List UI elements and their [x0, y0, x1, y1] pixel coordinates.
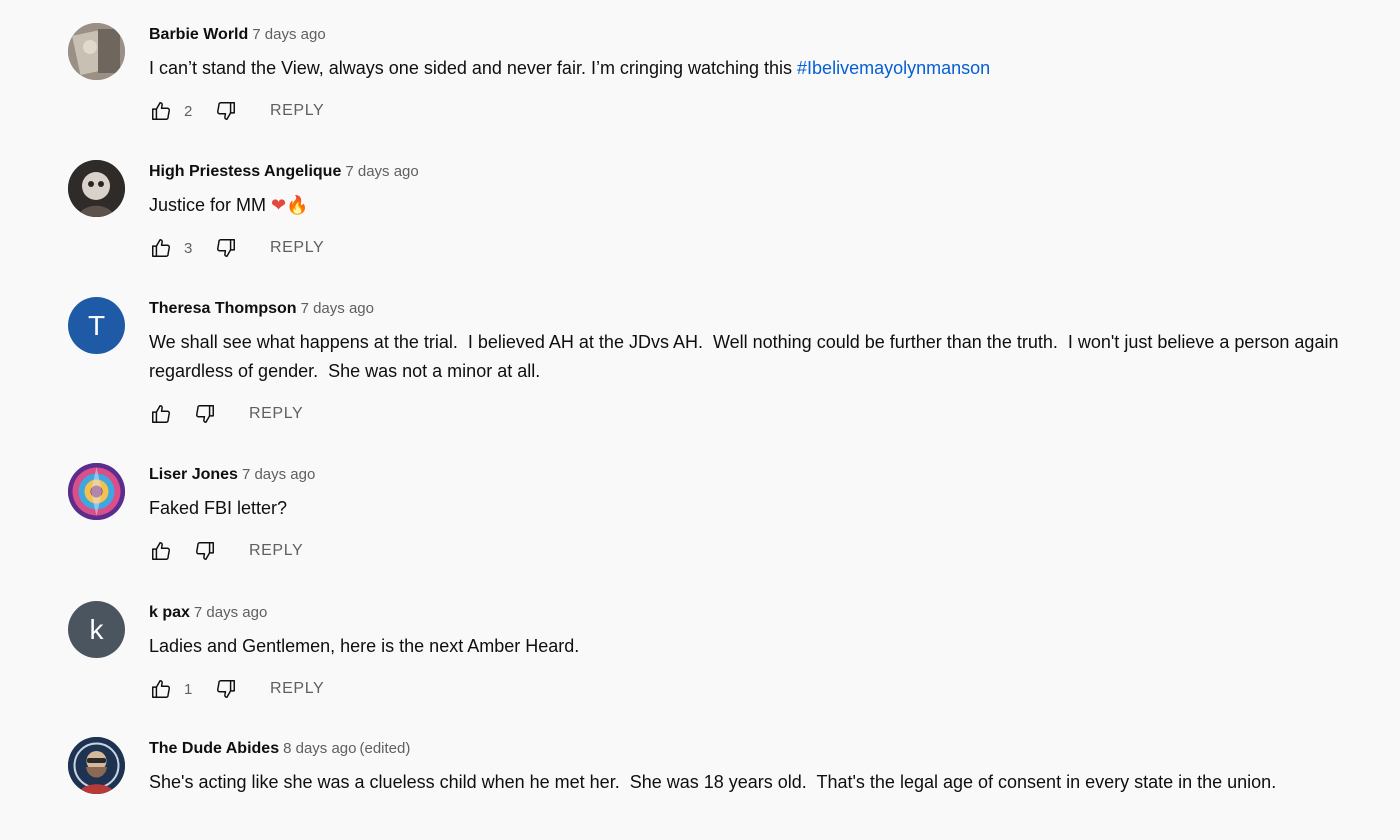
comment-action-bar: 2 REPLY — [149, 95, 1360, 127]
reply-button[interactable]: REPLY — [249, 542, 303, 560]
comment-text-content: Faked FBI letter? — [149, 498, 288, 518]
comment-text: We shall see what happens at the trial. … — [149, 328, 1360, 386]
reply-button[interactable]: REPLY — [249, 405, 303, 423]
comment-action-bar: REPLY — [149, 535, 1360, 567]
avatar-letter: k — [89, 613, 104, 645]
comment-timestamp[interactable]: 7 days ago — [252, 26, 325, 43]
comment-text: Ladies and Gentlemen, here is the next A… — [149, 632, 1360, 661]
thumbs-down-icon[interactable] — [193, 539, 217, 563]
comment-body: The Dude Abides 8 days ago (edited) She's … — [149, 737, 1360, 797]
avatar[interactable] — [68, 160, 125, 217]
like-count: 1 — [184, 680, 193, 698]
comment-timestamp[interactable]: 7 days ago — [345, 163, 418, 180]
comment-action-bar: 1 REPLY — [149, 673, 1360, 705]
avatar-letter: T — [87, 309, 106, 341]
thumbs-up-icon[interactable] — [149, 677, 173, 701]
comment-timestamp[interactable]: 8 days ago — [283, 740, 356, 757]
comment-body: Barbie World 7 days ago I can’t stand the… — [149, 23, 1360, 127]
like-count: 2 — [184, 102, 193, 120]
comments-section: Barbie World 7 days ago I can’t stand the… — [0, 0, 1400, 840]
edited-label: (edited) — [359, 740, 411, 757]
comment-action-bar: REPLY — [149, 398, 1360, 430]
author-name[interactable]: Liser Jones — [149, 466, 238, 483]
comment-header: Theresa Thompson 7 days ago — [149, 297, 1360, 321]
comment-text: She's acting like she was a clueless chi… — [149, 768, 1360, 797]
avatar[interactable] — [68, 737, 125, 794]
comment-header: High Priestess Angelique 7 days ago — [149, 160, 1360, 184]
thumbs-up-icon[interactable] — [149, 236, 173, 260]
author-name[interactable]: k pax — [149, 604, 190, 621]
thumbs-up-icon[interactable] — [149, 99, 173, 123]
like-count: 3 — [184, 239, 193, 257]
comment-text-content: We shall see what happens at the trial. … — [149, 332, 1344, 381]
comment-timestamp[interactable]: 7 days ago — [194, 604, 267, 621]
comment-text: I can’t stand the View, always one sided… — [149, 54, 1360, 83]
thumbs-down-icon[interactable] — [193, 402, 217, 426]
comment-timestamp[interactable]: 7 days ago — [242, 466, 315, 483]
author-name[interactable]: The Dude Abides — [149, 740, 279, 757]
reply-button[interactable]: REPLY — [270, 102, 324, 120]
comment-header: Barbie World 7 days ago — [149, 23, 1360, 47]
thumbs-up-icon[interactable] — [149, 539, 173, 563]
thumbs-down-icon[interactable] — [214, 236, 238, 260]
comment-text-content: Ladies and Gentlemen, here is the next A… — [149, 636, 580, 656]
comment-body: Liser Jones 7 days ago Faked FBI letter? … — [149, 463, 1360, 567]
avatar[interactable]: T — [68, 297, 125, 354]
author-name[interactable]: High Priestess Angelique — [149, 163, 341, 180]
comment-body: k pax 7 days ago Ladies and Gentlemen, he… — [149, 601, 1360, 705]
comment-text-content: Justice for MM — [149, 195, 272, 215]
thumbs-down-icon[interactable] — [214, 677, 238, 701]
heart-emoji: ❤ — [271, 195, 287, 215]
author-name[interactable]: Theresa Thompson — [149, 300, 297, 317]
avatar[interactable] — [68, 463, 125, 520]
avatar[interactable] — [68, 23, 125, 80]
comment-text-content: I can’t stand the View, always one sided… — [149, 58, 798, 78]
reply-button[interactable]: REPLY — [270, 239, 324, 257]
comment-action-bar: 3 REPLY — [149, 232, 1360, 264]
thumbs-down-icon[interactable] — [214, 99, 238, 123]
comment-text: Faked FBI letter? — [149, 494, 1360, 523]
comment-body: High Priestess Angelique 7 days ago Justi… — [149, 160, 1360, 264]
fire-emoji: 🔥 — [286, 195, 309, 215]
thumbs-up-icon[interactable] — [149, 402, 173, 426]
comment-body: Theresa Thompson 7 days ago We shall see … — [149, 297, 1360, 430]
author-name[interactable]: Barbie World — [149, 26, 248, 43]
comment-timestamp[interactable]: 7 days ago — [301, 300, 374, 317]
avatar[interactable]: k — [68, 601, 125, 658]
comment-header: k pax 7 days ago — [149, 601, 1360, 625]
comment-text-content: She's acting like she was a clueless chi… — [149, 772, 1277, 792]
hashtag-link[interactable]: #Ibelivemayolynmanson — [797, 58, 990, 78]
comment-header: Liser Jones 7 days ago — [149, 463, 1360, 487]
comment-text: Justice for MM ❤🔥 — [149, 191, 1360, 220]
comment-header: The Dude Abides 8 days ago (edited) — [149, 737, 1360, 761]
reply-button[interactable]: REPLY — [270, 680, 324, 698]
